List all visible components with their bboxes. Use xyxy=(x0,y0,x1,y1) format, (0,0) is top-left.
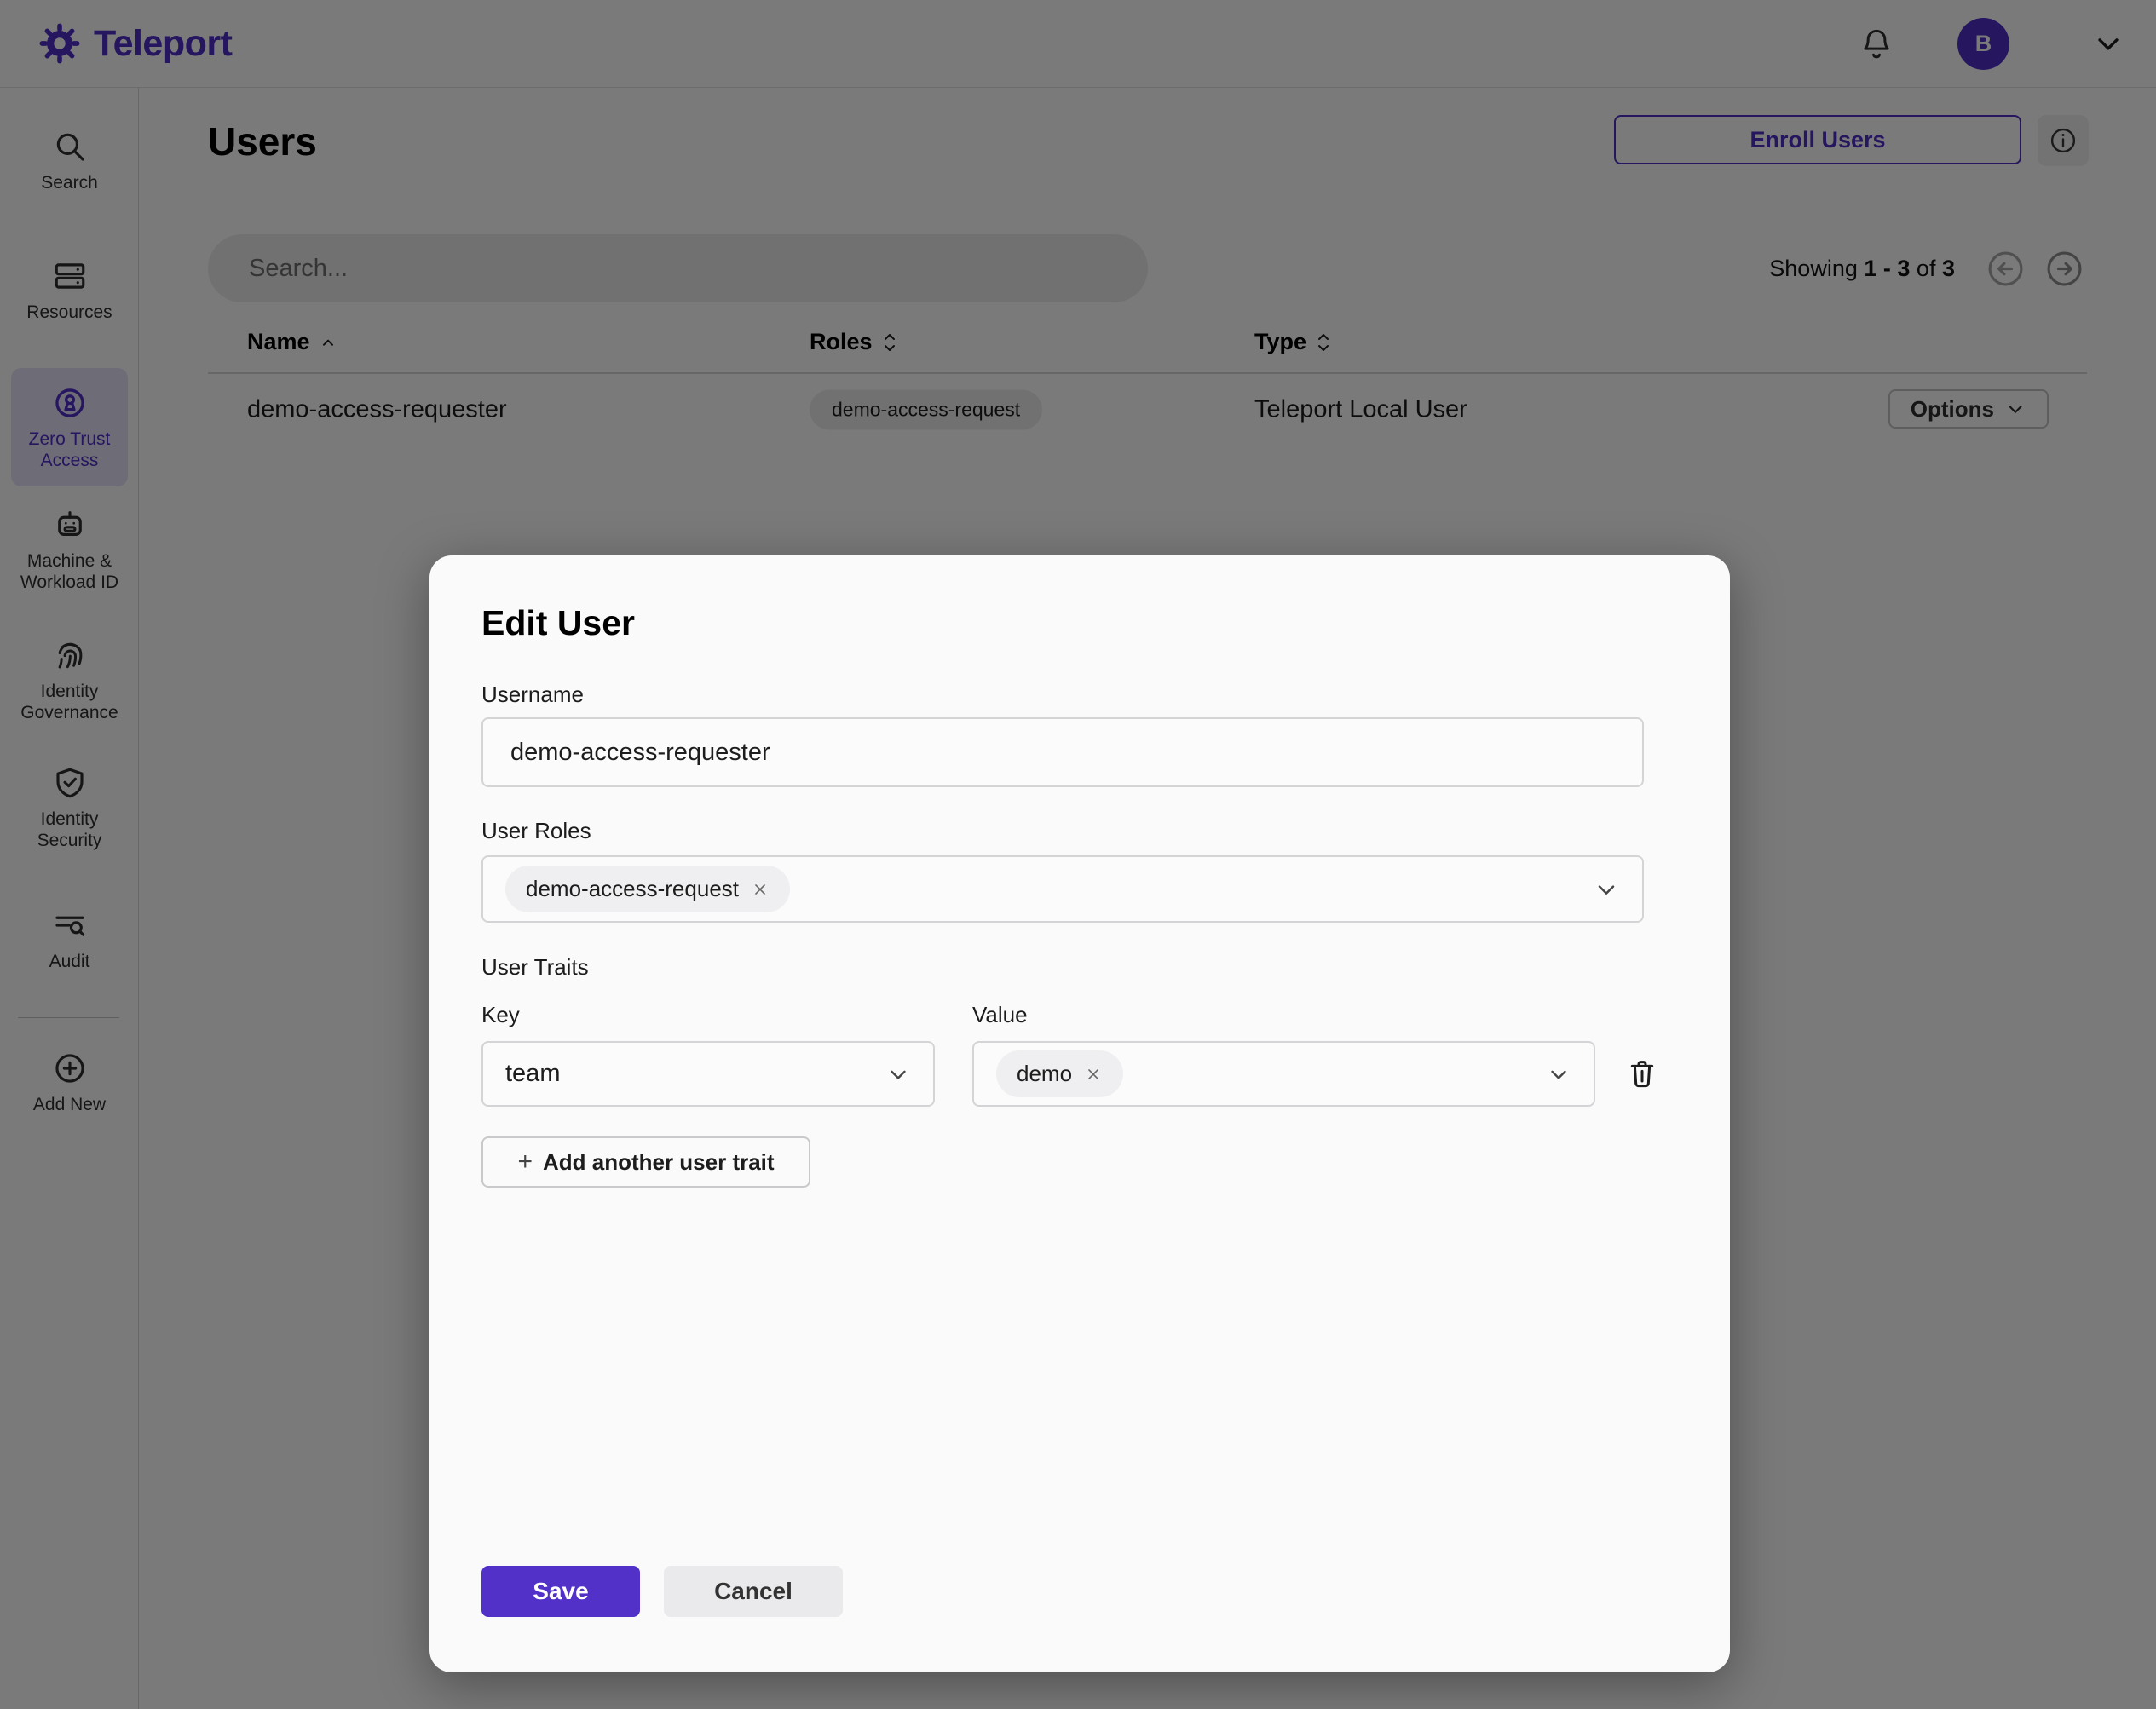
chevron-down-icon xyxy=(1593,876,1620,903)
chevron-down-icon xyxy=(885,1062,911,1087)
trait-key-select[interactable]: team xyxy=(481,1041,935,1107)
username-label: Username xyxy=(481,682,584,708)
user-roles-select[interactable]: demo-access-request xyxy=(481,855,1644,923)
trait-value-label: Value xyxy=(972,1002,1028,1028)
trait-key-value: team xyxy=(505,1060,560,1088)
trash-icon xyxy=(1625,1056,1659,1090)
value-chip: demo xyxy=(996,1050,1123,1097)
user-traits-label: User Traits xyxy=(481,954,589,981)
trait-key-label: Key xyxy=(481,1002,520,1028)
add-trait-button[interactable]: + Add another user trait xyxy=(481,1136,810,1188)
trait-value-select[interactable]: demo xyxy=(972,1041,1595,1107)
plus-icon: + xyxy=(517,1148,533,1177)
dialog-footer: Save Cancel xyxy=(481,1566,843,1617)
cancel-button[interactable]: Cancel xyxy=(664,1566,843,1617)
dialog-title: Edit User xyxy=(481,603,635,643)
username-input[interactable] xyxy=(481,717,1644,787)
close-icon[interactable] xyxy=(1084,1065,1103,1084)
role-chip: demo-access-request xyxy=(505,866,790,912)
close-icon[interactable] xyxy=(751,880,770,899)
user-roles-label: User Roles xyxy=(481,818,591,844)
edit-user-dialog: Edit User Username User Roles demo-acces… xyxy=(429,555,1730,1672)
delete-trait-button[interactable] xyxy=(1620,1051,1664,1096)
save-button[interactable]: Save xyxy=(481,1566,640,1617)
chevron-down-icon xyxy=(1546,1062,1571,1087)
